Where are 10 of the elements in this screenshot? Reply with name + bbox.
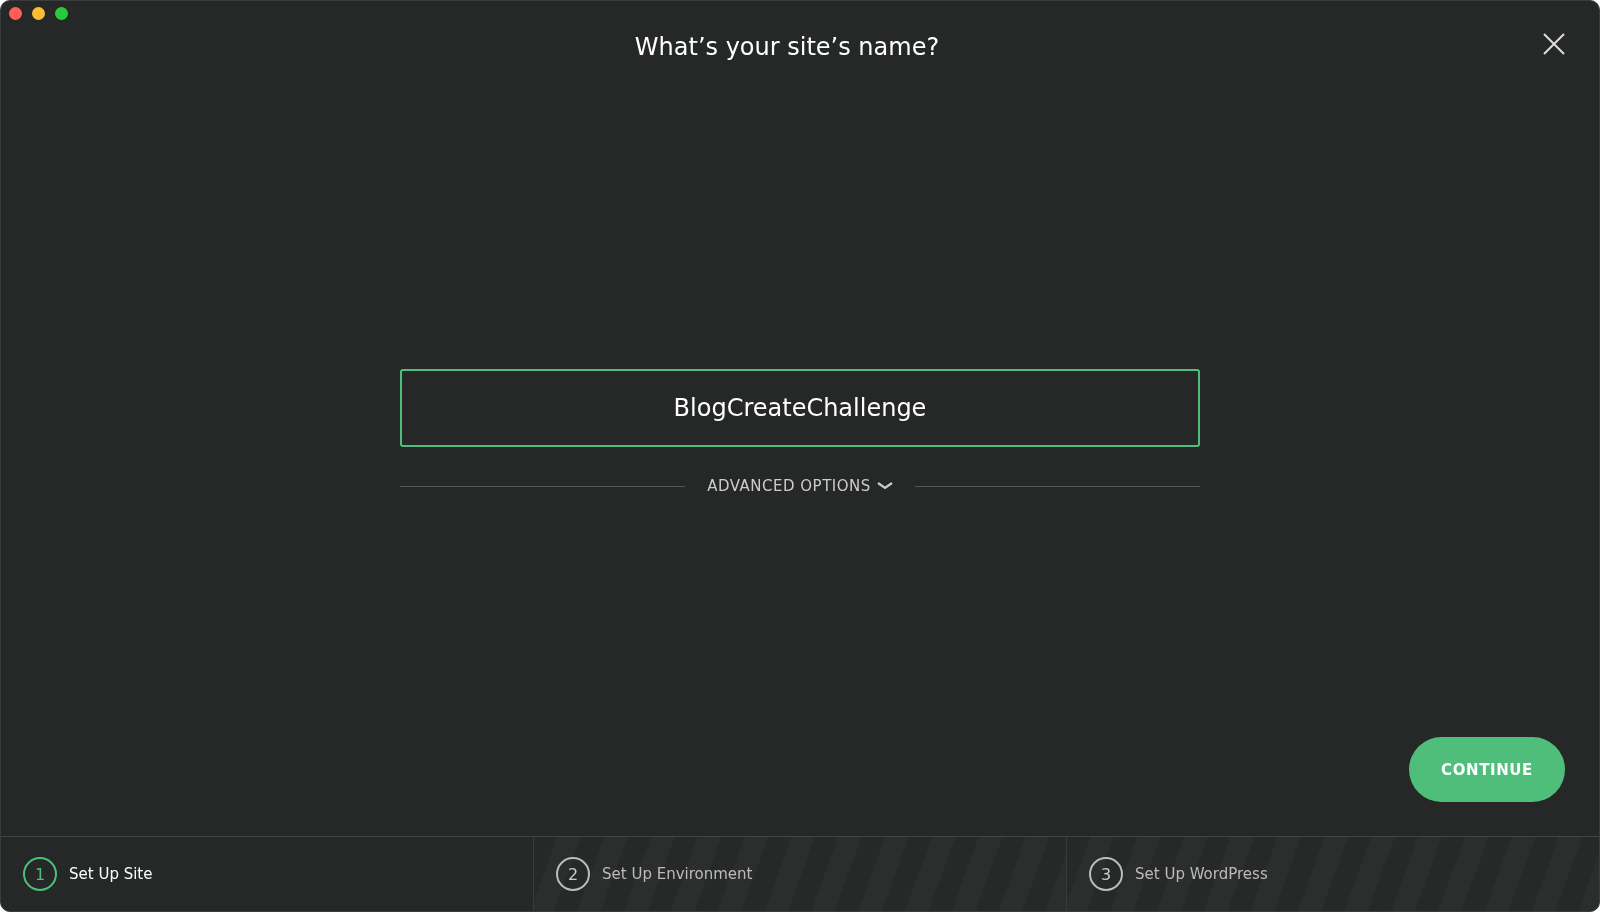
minimize-window-dot[interactable] [32,7,45,20]
window-title: What’s your site’s name? [633,32,941,61]
chevron-icon [876,481,893,491]
site-name-field[interactable]: BlogCreateChallenge [400,369,1200,447]
zoom-window-dot[interactable] [55,7,68,20]
close-icon[interactable] [1543,33,1565,55]
close-window-dot[interactable] [9,7,22,20]
step-tab[interactable]: 2 Set Up Environment [533,837,1066,911]
advanced-options-toggle[interactable]: ADVANCED OPTIONS [707,477,893,495]
step-tab[interactable]: 3 Set Up WordPress [1066,837,1599,911]
